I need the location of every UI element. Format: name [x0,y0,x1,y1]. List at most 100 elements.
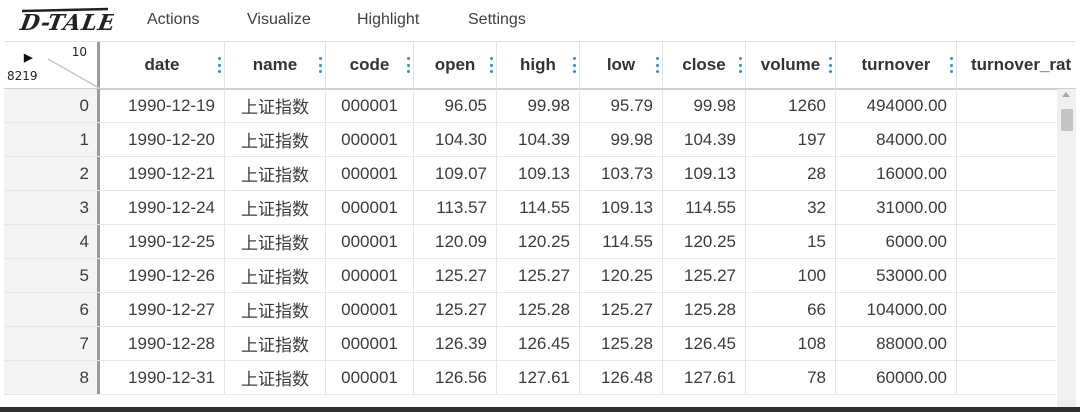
table-row[interactable]: 7 1990-12-28 上证指数 000001 126.39 126.45 125.28 1… [4,327,1056,361]
cell-close[interactable]: 109.13 [663,157,746,190]
cell-high[interactable]: 99.98 [497,89,580,122]
cell-volume[interactable]: 197 [746,123,836,156]
scroll-thumb[interactable] [1061,109,1073,131]
cell-code[interactable]: 000001 [326,191,414,224]
cell-high[interactable]: 126.45 [497,327,580,360]
cell-date[interactable]: 1990-12-28 [100,327,225,360]
column-header-code[interactable]: code [326,42,414,88]
cell-name[interactable]: 上证指数 [225,327,326,360]
cell-close[interactable]: 125.28 [663,293,746,326]
cell-turnover-rate[interactable]: ( [957,123,1056,156]
cell-turnover[interactable]: 104000.00 [836,293,957,326]
cell-date[interactable]: 1990-12-26 [100,259,225,292]
menu-visualize[interactable]: Visualize [247,11,311,29]
column-menu-icon[interactable] [217,57,221,73]
cell-volume[interactable]: 1260 [746,89,836,122]
cell-close[interactable]: 125.27 [663,259,746,292]
cell-code[interactable]: 000001 [326,259,414,292]
cell-code[interactable]: 000001 [326,361,414,394]
cell-date[interactable]: 1990-12-31 [100,361,225,394]
column-header-turnover[interactable]: turnover [836,42,957,88]
cell-low[interactable]: 125.27 [580,293,663,326]
menu-settings[interactable]: Settings [468,11,526,29]
cell-high[interactable]: 125.27 [497,259,580,292]
cell-low[interactable]: 114.55 [580,225,663,258]
column-header-date[interactable]: date [100,42,225,88]
cell-close[interactable]: 104.39 [663,123,746,156]
table-row[interactable]: 3 1990-12-24 上证指数 000001 113.57 114.55 109.13 1… [4,191,1056,225]
cell-volume[interactable]: 100 [746,259,836,292]
cell-volume[interactable]: 28 [746,157,836,190]
cell-name[interactable]: 上证指数 [225,157,326,190]
cell-date[interactable]: 1990-12-27 [100,293,225,326]
cell-open[interactable]: 104.30 [414,123,497,156]
column-header-high[interactable]: high [497,42,580,88]
cell-turnover-rate[interactable]: ( [957,259,1056,292]
cell-open[interactable]: 126.39 [414,327,497,360]
cell-low[interactable]: 103.73 [580,157,663,190]
column-menu-icon[interactable] [489,57,493,73]
cell-low[interactable]: 125.28 [580,327,663,360]
cell-name[interactable]: 上证指数 [225,259,326,292]
cell-low[interactable]: 126.48 [580,361,663,394]
cell-turnover-rate[interactable]: ( [957,191,1056,224]
table-row[interactable]: 8 1990-12-31 上证指数 000001 126.56 127.61 126.48 1… [4,361,1056,395]
cell-code[interactable]: 000001 [326,225,414,258]
cell-name[interactable]: 上证指数 [225,191,326,224]
cell-turnover[interactable]: 6000.00 [836,225,957,258]
grid-body[interactable]: 0 1990-12-19 上证指数 000001 96.05 99.98 95.79 99.9… [4,89,1056,412]
column-menu-icon[interactable] [949,57,953,73]
cell-turnover-rate[interactable]: ( [957,157,1056,190]
cell-low[interactable]: 109.13 [580,191,663,224]
cell-high[interactable]: 114.55 [497,191,580,224]
cell-date[interactable]: 1990-12-24 [100,191,225,224]
cell-high[interactable]: 127.61 [497,361,580,394]
cell-code[interactable]: 000001 [326,327,414,360]
cell-close[interactable]: 114.55 [663,191,746,224]
scroll-up-icon[interactable] [1062,92,1070,97]
column-menu-icon[interactable] [318,57,322,73]
column-header-open[interactable]: open [414,42,497,88]
cell-high[interactable]: 120.25 [497,225,580,258]
cell-open[interactable]: 109.07 [414,157,497,190]
cell-open[interactable]: 125.27 [414,293,497,326]
cell-turnover[interactable]: 16000.00 [836,157,957,190]
cell-code[interactable]: 000001 [326,293,414,326]
cell-date[interactable]: 1990-12-20 [100,123,225,156]
cell-date[interactable]: 1990-12-25 [100,225,225,258]
cell-volume[interactable]: 78 [746,361,836,394]
expand-arrow-icon[interactable]: ▶ [24,51,32,64]
cell-turnover[interactable]: 60000.00 [836,361,957,394]
table-row[interactable]: 5 1990-12-26 上证指数 000001 125.27 125.27 120.25 1… [4,259,1056,293]
cell-volume[interactable]: 66 [746,293,836,326]
cell-turnover-rate[interactable]: ( [957,225,1056,258]
cell-name[interactable]: 上证指数 [225,123,326,156]
cell-turnover-rate[interactable]: ( [957,89,1056,122]
cell-low[interactable]: 99.98 [580,123,663,156]
cell-high[interactable]: 125.28 [497,293,580,326]
cell-open[interactable]: 113.57 [414,191,497,224]
cell-turnover[interactable]: 494000.00 [836,89,957,122]
table-row[interactable]: 6 1990-12-27 上证指数 000001 125.27 125.28 125.27 1… [4,293,1056,327]
cell-low[interactable]: 120.25 [580,259,663,292]
cell-turnover[interactable]: 31000.00 [836,191,957,224]
cell-close[interactable]: 127.61 [663,361,746,394]
cell-open[interactable]: 125.27 [414,259,497,292]
cell-code[interactable]: 000001 [326,157,414,190]
cell-open[interactable]: 96.05 [414,89,497,122]
cell-name[interactable]: 上证指数 [225,225,326,258]
table-row[interactable]: 2 1990-12-21 上证指数 000001 109.07 109.13 103.73 1… [4,157,1056,191]
cell-volume[interactable]: 15 [746,225,836,258]
column-menu-icon[interactable] [738,57,742,73]
cell-open[interactable]: 120.09 [414,225,497,258]
cell-close[interactable]: 99.98 [663,89,746,122]
column-header-low[interactable]: low [580,42,663,88]
cell-turnover-rate[interactable]: ( [957,361,1056,394]
cell-volume[interactable]: 32 [746,191,836,224]
column-header-name[interactable]: name [225,42,326,88]
grid-corner[interactable]: ▶ 10 8219 [4,42,100,88]
cell-close[interactable]: 120.25 [663,225,746,258]
cell-name[interactable]: 上证指数 [225,361,326,394]
cell-turnover-rate[interactable]: ( [957,327,1056,360]
cell-date[interactable]: 1990-12-19 [100,89,225,122]
